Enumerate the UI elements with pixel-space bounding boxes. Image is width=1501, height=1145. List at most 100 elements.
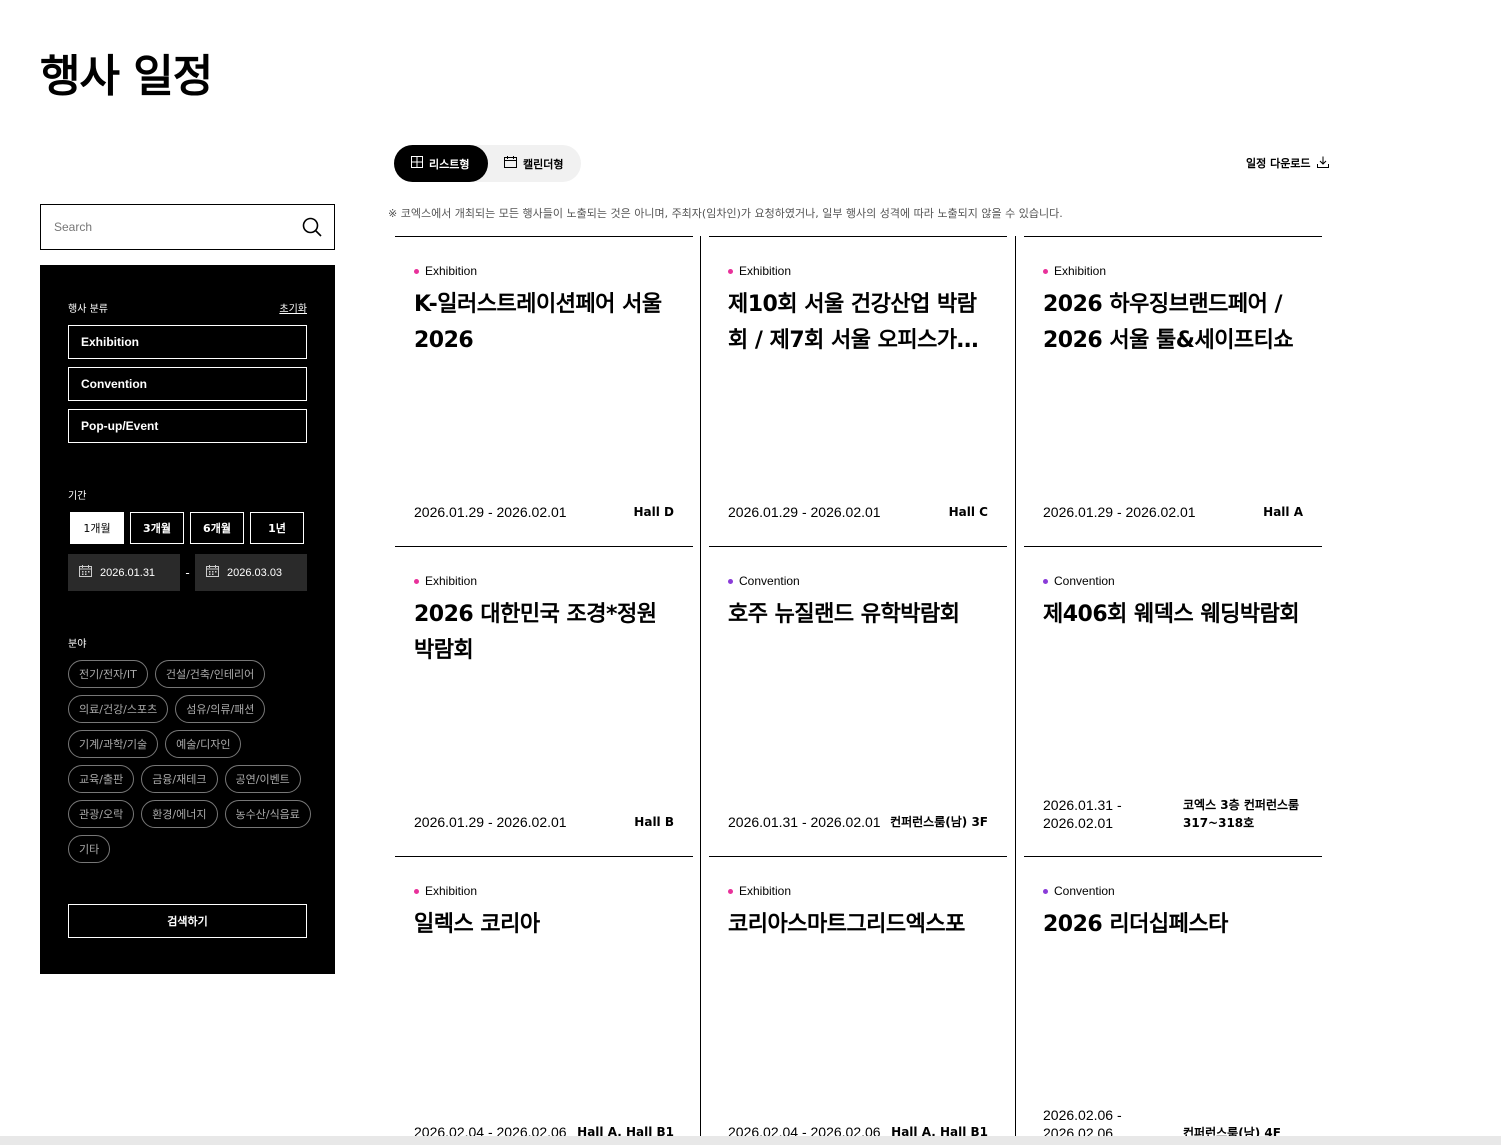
field-tag[interactable]: 공연/이벤트 bbox=[224, 765, 301, 793]
event-title[interactable]: 제406회 웨덱스 웨딩박람회 bbox=[1043, 597, 1308, 633]
field-tag[interactable]: 관광/오락 bbox=[68, 800, 135, 828]
page-title: 행사 일정 bbox=[40, 51, 213, 102]
event-card[interactable]: Convention 제406회 웨덱스 웨딩박람회 2026.01.31 - … bbox=[1024, 546, 1322, 857]
category-convention-button[interactable]: Convention bbox=[68, 367, 307, 401]
end-date-field[interactable]: 2026.03.03 bbox=[195, 554, 307, 591]
filter-panel: 행사 분류 초기화 Exhibition Convention Pop-up/E… bbox=[40, 265, 335, 974]
event-date: 2026.01.29 - 2026.02.01 bbox=[728, 504, 881, 520]
calendar-icon bbox=[206, 565, 219, 580]
field-tag[interactable]: 교육/출판 bbox=[68, 765, 135, 793]
calendar-icon bbox=[79, 565, 92, 580]
event-category: Exhibition bbox=[414, 574, 477, 588]
category-popup-event-button[interactable]: Pop-up/Event bbox=[68, 409, 307, 443]
event-venue: Hall A bbox=[1263, 505, 1303, 519]
field-tags: 전기/전자/IT 건설/건축/인테리어 의료/건강/스포츠 섬유/의류/패션 기… bbox=[68, 660, 313, 863]
period-label: 기간 bbox=[68, 491, 87, 502]
search-input[interactable] bbox=[41, 205, 290, 249]
event-category: Exhibition bbox=[414, 884, 477, 898]
period-options: 1개월 3개월 6개월 1년 bbox=[70, 512, 304, 544]
event-card[interactable]: Exhibition 2026 하우징브랜드페어 / 2026 서울 툴&세이프… bbox=[1024, 236, 1322, 547]
download-label: 일정 다운로드 bbox=[1246, 157, 1311, 170]
event-category: Exhibition bbox=[1043, 264, 1106, 278]
column-divider bbox=[700, 236, 701, 1145]
exposure-notice: ※ 코엑스에서 개최되는 모든 행사들이 노출되는 것은 아니며, 주최자(임차… bbox=[388, 207, 1063, 220]
field-label: 분야 bbox=[68, 639, 87, 650]
calendar-view-label: 캘린더형 bbox=[523, 157, 564, 171]
event-title[interactable]: 일렉스 코리아 bbox=[414, 907, 679, 943]
field-tag[interactable]: 기타 bbox=[68, 835, 111, 863]
field-tag[interactable]: 의료/건강/스포츠 bbox=[68, 695, 169, 723]
grid-icon bbox=[411, 156, 423, 171]
start-date-field[interactable]: 2026.01.31 bbox=[68, 554, 180, 591]
event-card[interactable]: Exhibition 일렉스 코리아 2026.02.04 - 2026.02.… bbox=[395, 856, 693, 1145]
period-6-month-button[interactable]: 6개월 bbox=[190, 512, 244, 544]
category-dot bbox=[414, 268, 419, 274]
category-dot bbox=[414, 578, 419, 584]
event-category: Convention bbox=[1043, 884, 1115, 898]
date-separator: - bbox=[185, 565, 190, 580]
field-tag[interactable]: 섬유/의류/패션 bbox=[175, 695, 266, 723]
field-tag[interactable]: 기계/과학/기술 bbox=[68, 730, 159, 758]
event-venue: 코엑스 3층 컨퍼런스룸 317~318호 bbox=[1183, 798, 1300, 830]
event-date: 2026.01.31 - 2026.02.01 bbox=[728, 814, 881, 830]
event-venue: Hall B bbox=[634, 815, 674, 829]
category-dot bbox=[1043, 578, 1048, 584]
event-date: 2026.01.29 - 2026.02.01 bbox=[414, 504, 567, 520]
event-date: 2026.01.31 - 2026.02.01 bbox=[1043, 797, 1122, 831]
event-card[interactable]: Exhibition 제10회 서울 건강산업 박람회 / 제7회 서울 오피스… bbox=[709, 236, 1007, 547]
event-title[interactable]: K-일러스트레이션페어 서울 2026 bbox=[414, 287, 679, 359]
period-1-year-button[interactable]: 1년 bbox=[250, 512, 304, 544]
event-card[interactable]: Exhibition K-일러스트레이션페어 서울 2026 2026.01.2… bbox=[395, 236, 693, 547]
period-3-month-button[interactable]: 3개월 bbox=[130, 512, 184, 544]
event-category: Convention bbox=[728, 574, 800, 588]
event-title[interactable]: 코리아스마트그리드엑스포 bbox=[728, 907, 993, 943]
column-divider bbox=[1015, 236, 1016, 1145]
search-box bbox=[40, 204, 335, 250]
period-1-month-button[interactable]: 1개월 bbox=[70, 512, 124, 544]
event-card[interactable]: Exhibition 2026 대한민국 조경*정원 박람회 2026.01.2… bbox=[395, 546, 693, 857]
field-tag[interactable]: 예술/디자인 bbox=[165, 730, 242, 758]
event-title[interactable]: 2026 대한민국 조경*정원 박람회 bbox=[414, 597, 679, 669]
event-category: Exhibition bbox=[728, 884, 791, 898]
event-title[interactable]: 호주 뉴질랜드 유학박람회 bbox=[728, 597, 993, 633]
category-dot bbox=[728, 888, 733, 894]
reset-link[interactable]: 초기화 bbox=[279, 300, 307, 315]
search-submit-button[interactable]: 검색하기 bbox=[68, 904, 307, 938]
event-category: Convention bbox=[1043, 574, 1115, 588]
horizontal-scrollbar[interactable] bbox=[0, 1136, 1501, 1145]
event-category: Exhibition bbox=[728, 264, 791, 278]
field-tag[interactable]: 농수산/식음료 bbox=[224, 800, 311, 828]
start-date-value: 2026.01.31 bbox=[100, 566, 156, 579]
event-venue: 컨퍼런스룸(남) 3F bbox=[890, 815, 988, 829]
category-dot bbox=[1043, 888, 1048, 894]
event-venue: Hall C bbox=[948, 505, 988, 519]
event-card[interactable]: Exhibition 코리아스마트그리드엑스포 2026.02.04 - 202… bbox=[709, 856, 1007, 1145]
list-view-button[interactable]: 리스트형 bbox=[394, 145, 488, 182]
category-dot bbox=[728, 578, 733, 584]
event-card[interactable]: Convention 2026 리더십페스타 2026.02.06 - 2026… bbox=[1024, 856, 1322, 1145]
category-dot bbox=[728, 268, 733, 274]
download-icon bbox=[1316, 156, 1329, 171]
category-label: 행사 분류 bbox=[68, 304, 108, 315]
schedule-download-link[interactable]: 일정 다운로드 bbox=[1246, 155, 1329, 171]
search-icon[interactable] bbox=[290, 205, 334, 249]
end-date-value: 2026.03.03 bbox=[227, 566, 283, 579]
event-title[interactable]: 제10회 서울 건강산업 박람회 / 제7회 서울 오피스가구 및 사무용품 박… bbox=[728, 287, 993, 359]
field-tag[interactable]: 환경/에너지 bbox=[141, 800, 218, 828]
event-venue: Hall D bbox=[633, 505, 674, 519]
category-dot bbox=[1043, 268, 1048, 274]
field-tag[interactable]: 금융/재테크 bbox=[141, 765, 218, 793]
calendar-view-button[interactable]: 캘린더형 bbox=[488, 145, 579, 182]
field-tag[interactable]: 전기/전자/IT bbox=[68, 660, 148, 688]
category-dot bbox=[414, 888, 419, 894]
event-card[interactable]: Convention 호주 뉴질랜드 유학박람회 2026.01.31 - 20… bbox=[709, 546, 1007, 857]
event-title[interactable]: 2026 하우징브랜드페어 / 2026 서울 툴&세이프티쇼 bbox=[1043, 287, 1308, 359]
event-date: 2026.01.29 - 2026.02.01 bbox=[414, 814, 567, 830]
date-range: 2026.01.31 - 2026.03.03 bbox=[68, 554, 307, 591]
view-toggle: 리스트형 캘린더형 bbox=[394, 145, 581, 182]
event-title[interactable]: 2026 리더십페스타 bbox=[1043, 907, 1308, 943]
category-exhibition-button[interactable]: Exhibition bbox=[68, 325, 307, 359]
event-date: 2026.01.29 - 2026.02.01 bbox=[1043, 504, 1196, 520]
field-tag[interactable]: 건설/건축/인테리어 bbox=[154, 660, 266, 688]
calendar-icon bbox=[504, 156, 517, 171]
